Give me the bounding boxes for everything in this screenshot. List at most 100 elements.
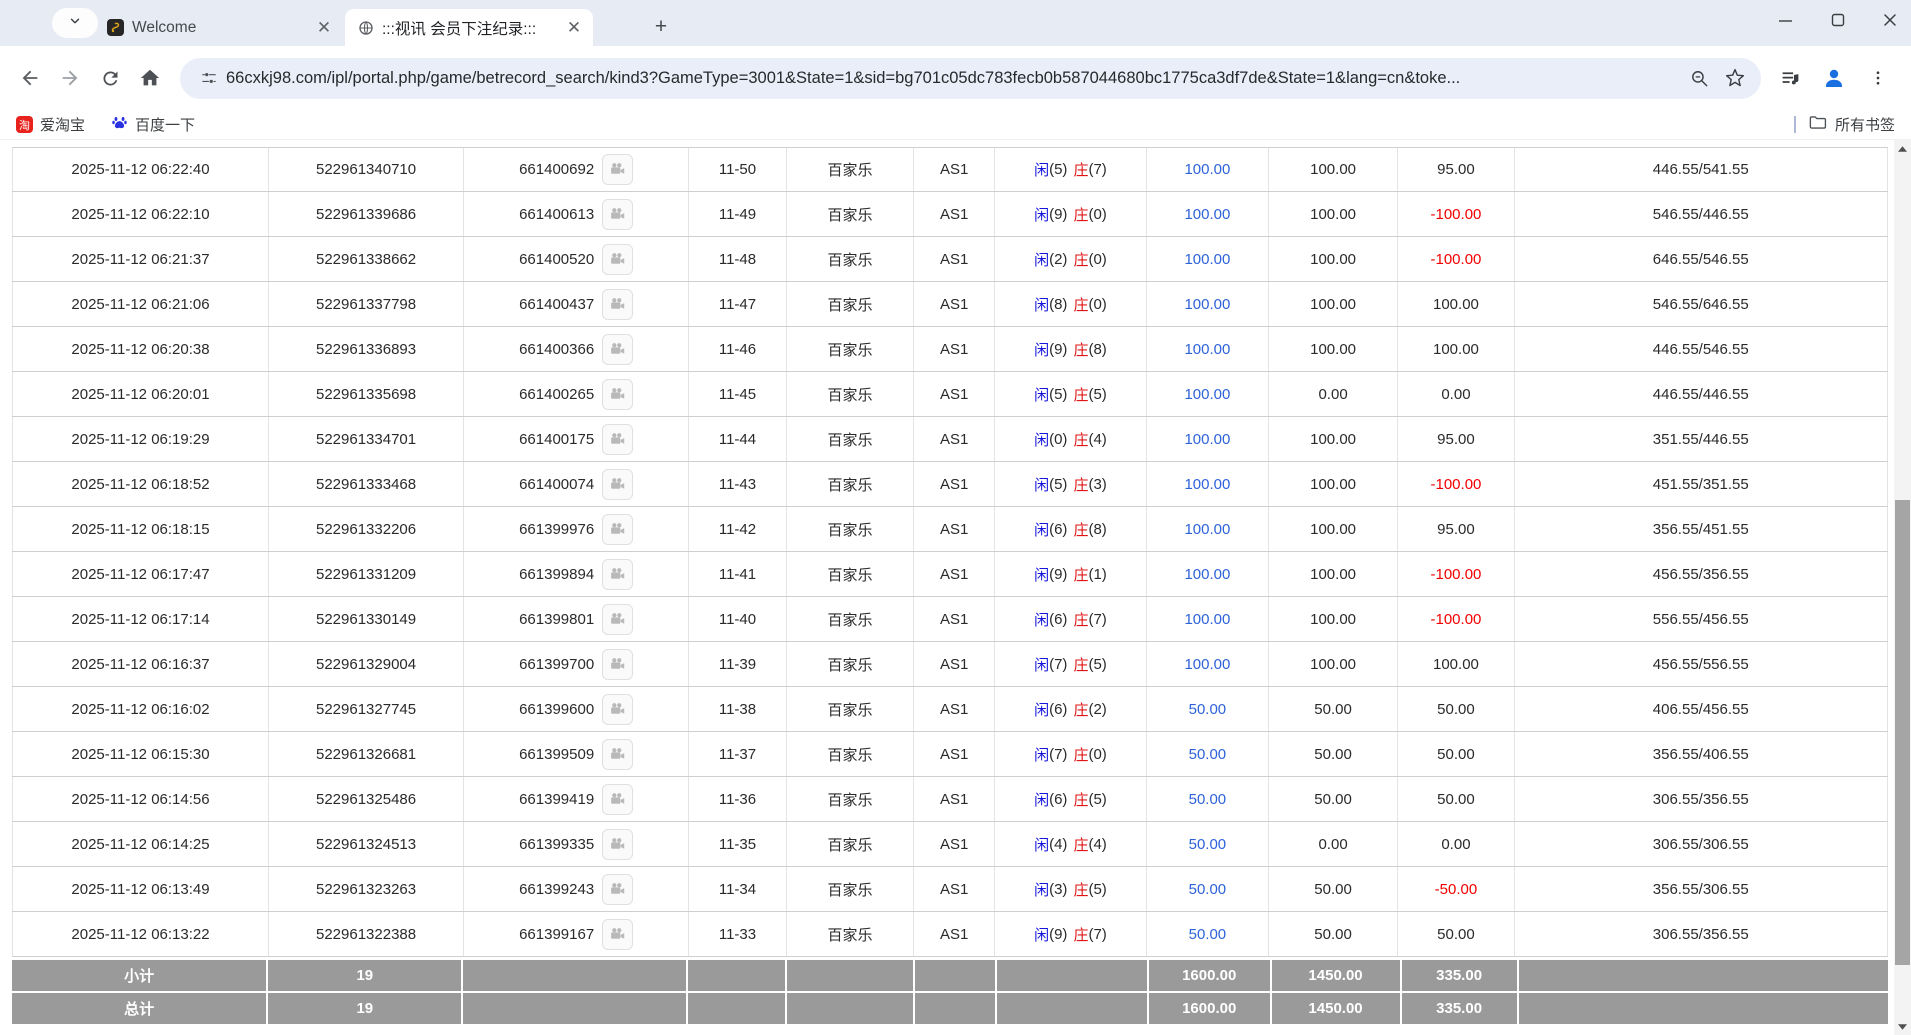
banker-points: (3) [1088, 476, 1106, 493]
back-button[interactable] [10, 58, 50, 98]
cell-bet-amount[interactable]: 100.00 [1147, 507, 1269, 551]
bookmark-baidu[interactable]: 百度一下 [111, 114, 195, 135]
video-replay-icon[interactable] [602, 244, 633, 275]
tab-close-icon[interactable]: ✕ [565, 18, 583, 38]
cell-bet-amount[interactable]: 100.00 [1147, 462, 1269, 506]
reload-button[interactable] [90, 58, 130, 98]
cell-bet-amount[interactable]: 100.00 [1147, 192, 1269, 236]
cell-round: 11-42 [689, 507, 787, 551]
cell-bet-amount[interactable]: 100.00 [1147, 282, 1269, 326]
video-replay-icon[interactable] [602, 604, 633, 635]
new-tab-button[interactable]: + [648, 14, 674, 40]
video-replay-icon[interactable] [602, 514, 633, 545]
player-label: 闲 [1034, 609, 1049, 630]
cell-bet-amount[interactable]: 50.00 [1147, 867, 1269, 911]
bookmark-star-icon[interactable] [1717, 60, 1753, 96]
scroll-up-arrow-icon[interactable] [1894, 140, 1911, 157]
url-text[interactable]: 66cxkj98.com/ipl/portal.php/game/betreco… [226, 69, 1681, 88]
cell-bet-number: 661400366 [464, 327, 689, 371]
cell-bet-amount[interactable]: 50.00 [1147, 732, 1269, 776]
cell-round: 11-39 [689, 642, 787, 686]
video-replay-icon[interactable] [602, 289, 633, 320]
tab-search-button[interactable] [52, 8, 98, 38]
tab-close-icon[interactable]: ✕ [315, 18, 333, 38]
cell-bet-amount[interactable]: 100.00 [1147, 327, 1269, 371]
cell-bet-number: 661399801 [464, 597, 689, 641]
footer-row: 总计191600.001450.00335.00 [12, 993, 1888, 1024]
video-replay-icon[interactable] [602, 469, 633, 500]
vertical-scrollbar[interactable] [1894, 140, 1911, 1035]
cell-bet-amount[interactable]: 100.00 [1147, 237, 1269, 281]
cell-game-name: 百家乐 [787, 507, 915, 551]
forward-button[interactable] [50, 58, 90, 98]
cell-table-name: AS1 [914, 507, 995, 551]
footer-bet-total: 1600.00 [1149, 960, 1270, 991]
cell-bet-amount[interactable]: 50.00 [1147, 687, 1269, 731]
cell-result: 闲(7)庄(5) [995, 642, 1147, 686]
cell-bet-amount[interactable]: 100.00 [1147, 597, 1269, 641]
tab-welcome[interactable]: Welcome ✕ [95, 9, 343, 46]
video-replay-icon[interactable] [602, 199, 633, 230]
all-bookmarks-button[interactable]: 所有书签 [1808, 113, 1895, 136]
video-replay-icon[interactable] [602, 784, 633, 815]
video-replay-icon[interactable] [602, 424, 633, 455]
profile-avatar-icon[interactable] [1815, 58, 1853, 98]
site-settings-icon[interactable] [192, 61, 226, 95]
table-row: 2025-11-12 06:21:06522961337798661400437… [12, 282, 1888, 327]
cell-time: 2025-11-12 06:16:37 [12, 642, 269, 686]
cell-order-id: 522961329004 [269, 642, 464, 686]
cell-balance: 306.55/356.55 [1515, 777, 1888, 821]
cell-bet-amount[interactable]: 100.00 [1147, 148, 1269, 191]
zoom-magnifier-icon[interactable] [1681, 60, 1717, 96]
cell-bet-amount[interactable]: 100.00 [1147, 417, 1269, 461]
cell-order-id: 522961340710 [269, 148, 464, 191]
minimize-button[interactable] [1778, 13, 1793, 28]
cell-win-loss: -100.00 [1398, 192, 1514, 236]
cell-round: 11-50 [689, 148, 787, 191]
cell-bet-amount[interactable]: 100.00 [1147, 372, 1269, 416]
home-button[interactable] [130, 58, 170, 98]
cell-valid-amount: 100.00 [1269, 507, 1398, 551]
video-replay-icon[interactable] [602, 379, 633, 410]
dragon-favicon-icon [107, 19, 124, 36]
cell-table-name: AS1 [914, 597, 995, 641]
cell-table-name: AS1 [914, 552, 995, 596]
cell-game-name: 百家乐 [787, 642, 915, 686]
player-points: (9) [1049, 566, 1067, 583]
cell-order-id: 522961332206 [269, 507, 464, 551]
table-row: 2025-11-12 06:17:47522961331209661399894… [12, 552, 1888, 597]
tab-title: :::视讯 会员下注纪录::: [382, 17, 557, 39]
video-replay-icon[interactable] [602, 739, 633, 770]
cell-bet-amount[interactable]: 50.00 [1147, 822, 1269, 866]
scrollbar-thumb[interactable] [1895, 500, 1910, 965]
cell-round: 11-34 [689, 867, 787, 911]
video-replay-icon[interactable] [602, 559, 633, 590]
tab-bet-record[interactable]: :::视讯 会员下注纪录::: ✕ [345, 9, 593, 46]
player-label: 闲 [1034, 294, 1049, 315]
cell-bet-amount[interactable]: 50.00 [1147, 912, 1269, 956]
cell-game-name: 百家乐 [787, 912, 915, 956]
cell-bet-amount[interactable]: 50.00 [1147, 777, 1269, 821]
cell-bet-amount[interactable]: 100.00 [1147, 552, 1269, 596]
bookmark-taobao[interactable]: 淘 爱淘宝 [16, 114, 85, 135]
banker-points: (8) [1088, 521, 1106, 538]
scroll-down-arrow-icon[interactable] [1894, 1018, 1911, 1035]
close-window-button[interactable] [1883, 13, 1897, 27]
video-replay-icon[interactable] [602, 154, 633, 185]
cell-bet-number: 661399600 [464, 687, 689, 731]
media-controls-icon[interactable] [1771, 58, 1809, 98]
cell-bet-amount[interactable]: 100.00 [1147, 642, 1269, 686]
maximize-button[interactable] [1831, 13, 1845, 27]
cell-win-loss: 50.00 [1398, 912, 1514, 956]
video-replay-icon[interactable] [602, 649, 633, 680]
video-replay-icon[interactable] [602, 874, 633, 905]
video-replay-icon[interactable] [602, 334, 633, 365]
address-bar[interactable]: 66cxkj98.com/ipl/portal.php/game/betreco… [180, 58, 1761, 99]
bookmarks-divider [1794, 116, 1796, 133]
video-replay-icon[interactable] [602, 829, 633, 860]
banker-points: (0) [1088, 251, 1106, 268]
menu-kebab-icon[interactable] [1859, 58, 1897, 98]
video-replay-icon[interactable] [602, 694, 633, 725]
player-points: (2) [1049, 251, 1067, 268]
video-replay-icon[interactable] [602, 919, 633, 950]
